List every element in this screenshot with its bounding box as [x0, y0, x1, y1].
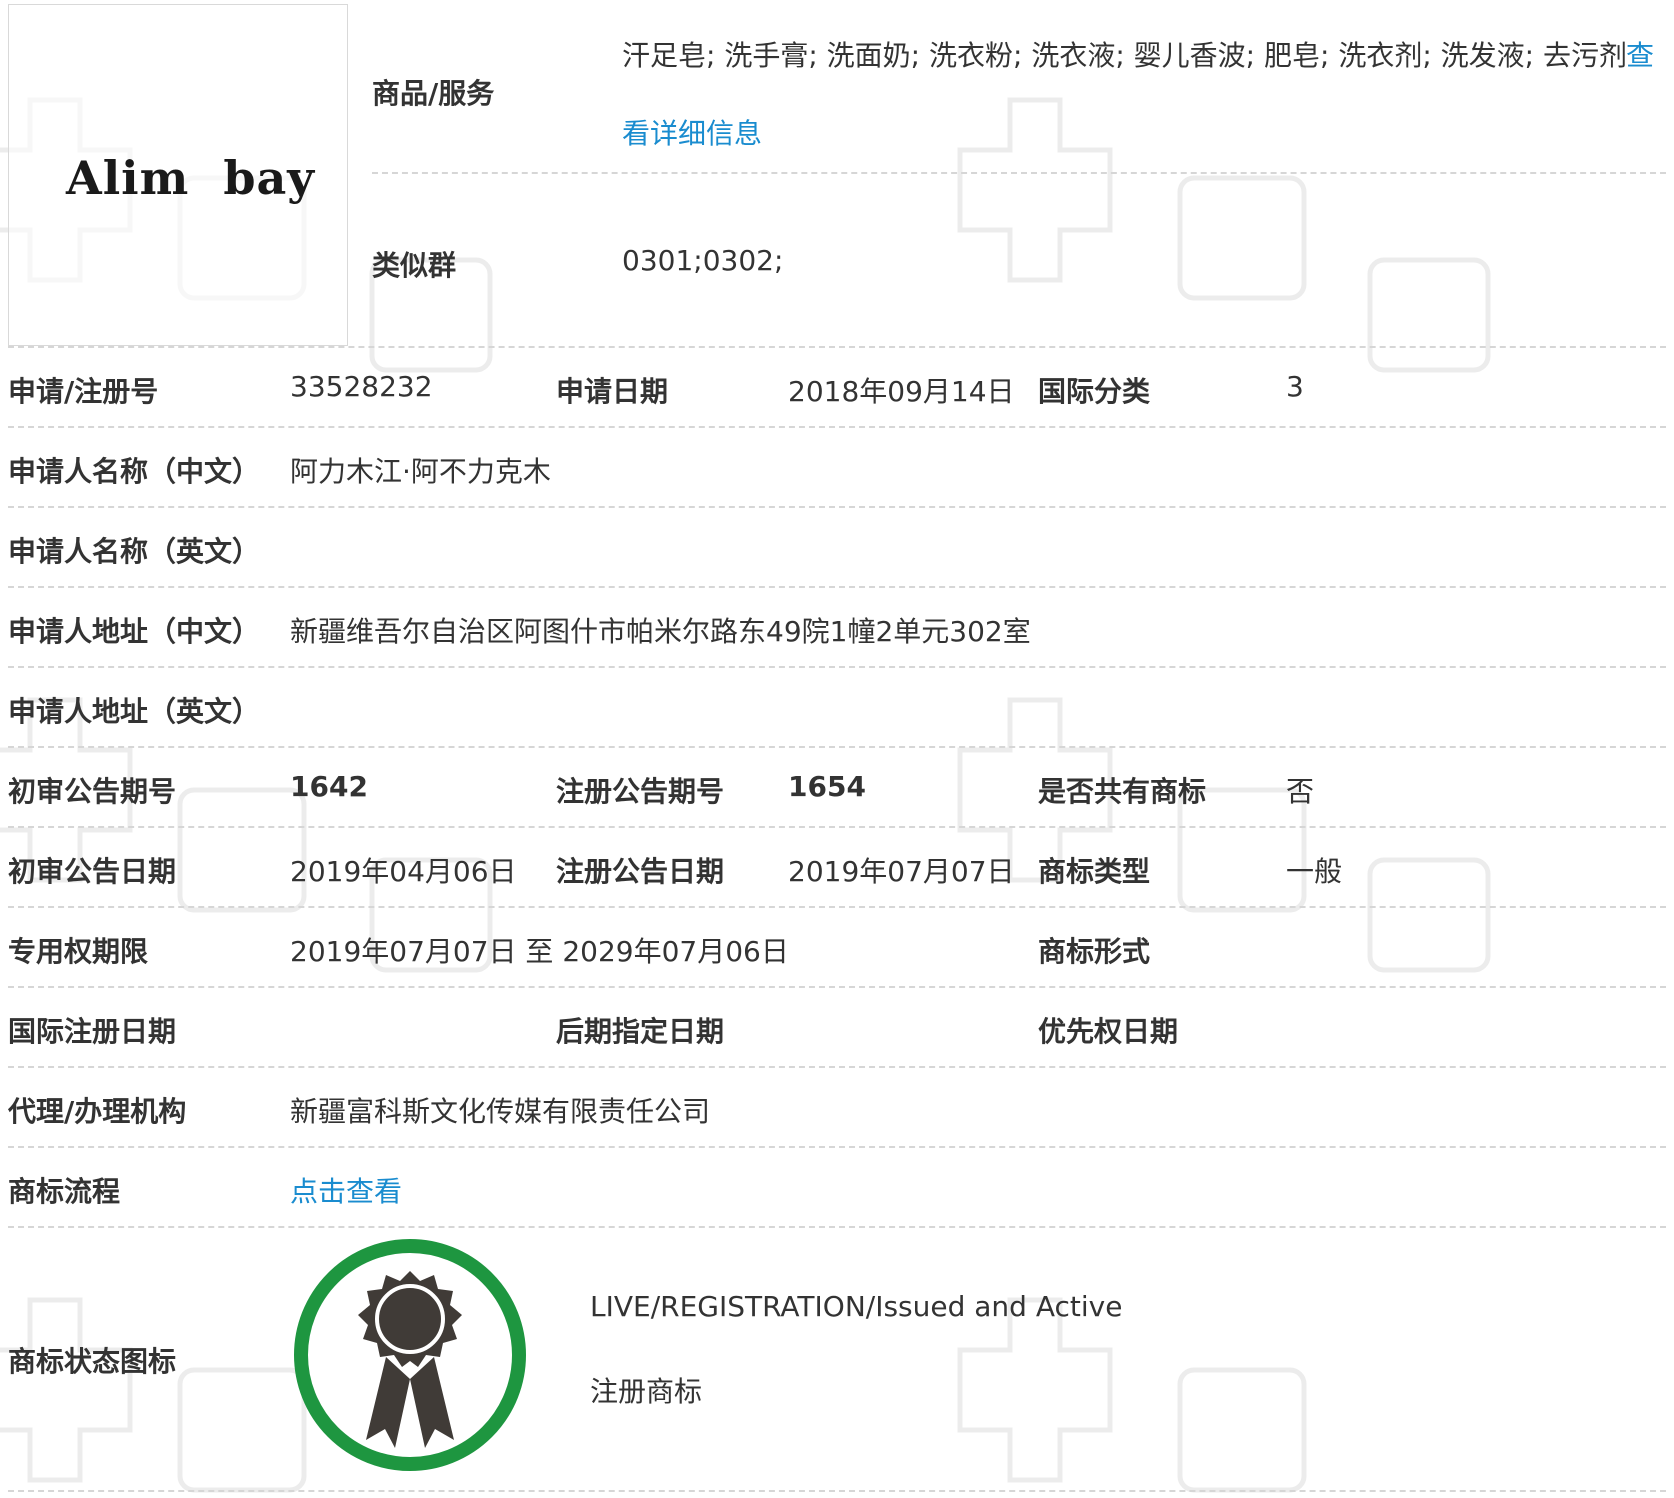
row-divider	[8, 1066, 1666, 1068]
registered-badge-icon	[294, 1239, 526, 1471]
row-divider	[372, 172, 1666, 174]
row-divider	[8, 506, 1666, 508]
row-divider	[8, 586, 1666, 588]
row-divider	[8, 346, 1666, 348]
row-divider	[8, 1146, 1666, 1148]
row-divider	[8, 666, 1666, 668]
prelim-issue-label: 初审公告期号	[8, 775, 177, 808]
mark-form-label: 商标形式	[1038, 935, 1151, 968]
apply-date-value: 2018年09月14日	[788, 375, 1015, 408]
validity-label: 专用权期限	[8, 935, 149, 968]
prelim-date-value: 2019年04月06日	[290, 855, 517, 888]
address-en-label: 申请人地址（英文）	[8, 695, 261, 728]
later-date-label: 后期指定日期	[556, 1015, 725, 1048]
status-icon-label: 商标状态图标	[8, 1345, 177, 1378]
reg-date-label: 注册公告日期	[556, 855, 725, 888]
status-text-en: LIVE/REGISTRATION/Issued and Active	[590, 1290, 1123, 1323]
validity-value: 2019年07月07日 至 2029年07月06日	[290, 935, 789, 968]
intl-class-value: 3	[1286, 370, 1304, 403]
applicant-en-label: 申请人名称（英文）	[8, 535, 261, 568]
mark-type-label: 商标类型	[1038, 855, 1151, 888]
intl-class-label: 国际分类	[1038, 375, 1151, 408]
reg-date-value: 2019年07月07日	[788, 855, 1015, 888]
applicant-cn-label: 申请人名称（中文）	[8, 455, 261, 488]
agent-value: 新疆富科斯文化传媒有限责任公司	[290, 1095, 711, 1128]
mark-type-value: 一般	[1286, 855, 1343, 888]
process-view-link[interactable]: 点击查看	[290, 1170, 402, 1210]
prelim-issue-value: 1642	[290, 770, 368, 803]
apply-date-label: 申请日期	[556, 375, 669, 408]
priority-date-label: 优先权日期	[1038, 1015, 1179, 1048]
address-cn-label: 申请人地址（中文）	[8, 615, 261, 648]
agent-label: 代理/办理机构	[8, 1095, 187, 1128]
shared-mark-value: 否	[1286, 775, 1315, 808]
reg-issue-value: 1654	[788, 770, 866, 803]
intl-reg-date-label: 国际注册日期	[8, 1015, 177, 1048]
prelim-date-label: 初审公告日期	[8, 855, 177, 888]
address-cn-value: 新疆维吾尔自治区阿图什市帕米尔路东49院1幢2单元302室	[290, 615, 1031, 648]
row-divider	[8, 426, 1666, 428]
applicant-cn-value: 阿力木江·阿不力克木	[290, 455, 551, 488]
trademark-image: Alim bay	[8, 4, 348, 346]
row-divider	[8, 1226, 1666, 1228]
goods-value: 汗足皂; 洗手膏; 洗面奶; 洗衣粉; 洗衣液; 婴儿香波; 肥皂; 洗衣剂; …	[622, 39, 1628, 72]
reg-no-label: 申请/注册号	[8, 375, 159, 408]
status-text-cn: 注册商标	[590, 1375, 703, 1408]
row-divider	[8, 746, 1666, 748]
goods-more-link[interactable]: 查	[1626, 34, 1654, 74]
goods-label: 商品/服务	[372, 77, 495, 110]
reg-no-value: 33528232	[290, 370, 433, 403]
similar-group-value: 0301;0302;	[622, 244, 784, 277]
row-divider	[8, 986, 1666, 988]
row-divider	[8, 826, 1666, 828]
shared-mark-label: 是否共有商标	[1038, 775, 1207, 808]
trademark-logo-text: Alim bay	[66, 151, 316, 205]
process-label: 商标流程	[8, 1175, 121, 1208]
row-divider	[8, 1490, 1666, 1492]
similar-group-label: 类似群	[372, 249, 457, 282]
reg-issue-label: 注册公告期号	[556, 775, 725, 808]
goods-detail-link[interactable]: 看详细信息	[622, 112, 762, 152]
row-divider	[8, 906, 1666, 908]
